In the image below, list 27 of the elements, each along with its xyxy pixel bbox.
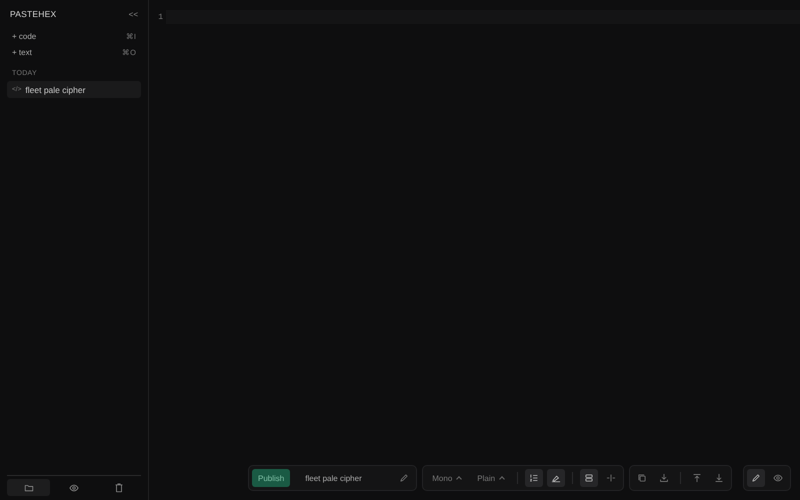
eye-icon <box>68 482 79 492</box>
copy-icon <box>637 473 648 483</box>
line-number: 1 <box>157 12 163 22</box>
dropdown-button[interactable]: Plain <box>471 469 510 487</box>
eye-icon <box>773 473 783 483</box>
pencil-icon <box>751 473 761 483</box>
collapse-button[interactable]: << <box>128 10 138 18</box>
highlighter-icon <box>551 473 562 483</box>
list-numbers-button[interactable] <box>525 469 544 487</box>
item-label: fleet pale cipher <box>25 84 86 94</box>
download-icon <box>659 473 670 483</box>
folder-icon <box>24 482 34 492</box>
publish-button[interactable]: Publish <box>252 469 290 487</box>
rows-icon <box>584 473 594 483</box>
rows-button[interactable] <box>580 469 598 487</box>
folder-button[interactable] <box>7 479 50 496</box>
highlighter-button[interactable] <box>547 469 566 487</box>
trash-icon <box>114 482 124 492</box>
app-title: PASTEHEX <box>10 9 56 19</box>
pencil-button[interactable] <box>747 469 765 487</box>
arrow-up-bar-icon <box>692 473 702 483</box>
split-icon <box>606 473 616 483</box>
list-numbers-icon <box>529 473 540 483</box>
arrow-down-bar-icon <box>714 473 724 483</box>
dropdown-button[interactable]: Mono <box>426 469 468 487</box>
paste-name: fleet pale cipher <box>304 474 363 482</box>
pencil-icon <box>399 473 410 483</box>
